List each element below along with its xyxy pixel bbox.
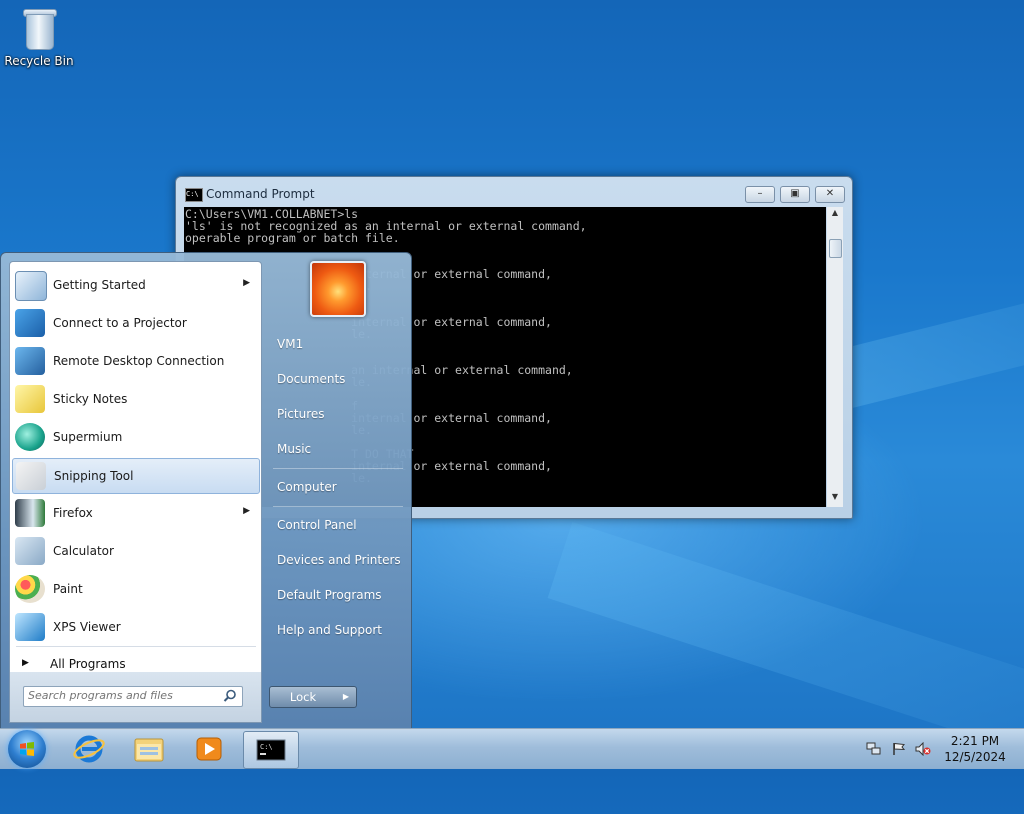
desktop-icon-recycle-bin[interactable]: Recycle Bin [4,6,74,68]
command-prompt-icon: C:\ [256,739,286,761]
program-item-firefox[interactable]: Firefox ▶ [12,496,258,530]
search-input[interactable] [24,687,222,704]
program-item-xps-viewer[interactable]: XPS Viewer [12,610,258,644]
sticky-notes-icon [15,385,45,413]
xps-viewer-icon [15,613,45,641]
all-programs-label: All Programs [50,657,126,671]
expand-arrow-icon: ▶ [22,658,29,668]
vertical-scrollbar[interactable]: ▲ ▼ [827,207,843,507]
svg-text:C:\: C:\ [260,743,273,751]
start-places-pane: VM1 Documents Pictures Music Computer Co… [261,253,411,729]
clock-time: 2:21 PM [950,734,1000,748]
start-button[interactable] [8,730,46,768]
link-computer[interactable]: Computer [277,480,337,494]
taskbar-command-prompt[interactable]: C:\ [243,731,299,769]
volume-muted-icon[interactable] [915,742,931,756]
link-pictures[interactable]: Pictures [277,407,325,421]
supermium-icon [15,423,45,451]
wallpaper-light-beam [547,521,1024,814]
program-item-snipping-tool[interactable]: Snipping Tool [12,458,260,494]
divider [273,506,403,507]
program-item-remote-desktop[interactable]: Remote Desktop Connection [12,344,258,378]
scroll-down-arrow-icon[interactable]: ▼ [827,492,843,506]
program-label: Firefox [53,506,93,520]
maximize-button[interactable]: ▣ [780,186,810,203]
media-player-icon [196,737,222,761]
taskbar-internet-explorer[interactable] [62,731,116,767]
projector-icon [15,309,45,337]
command-prompt-icon: C:\ [185,188,203,202]
system-clock[interactable]: 2:21 PM 12/5/2024 [940,733,1010,765]
link-user-folder[interactable]: VM1 [277,337,303,351]
start-menu: Getting Started ▶ Connect to a Projector… [0,252,412,730]
program-item-connect-projector[interactable]: Connect to a Projector [12,306,258,340]
search-area [9,672,262,723]
getting-started-icon [15,271,47,301]
program-label: Calculator [53,544,114,558]
remote-desktop-icon [15,347,45,375]
program-item-sticky-notes[interactable]: Sticky Notes [12,382,258,416]
snipping-tool-icon [16,462,46,490]
lock-button[interactable]: Lock [269,686,337,708]
windows-flag-icon [20,742,34,756]
search-icon[interactable] [223,689,237,703]
divider [16,646,256,647]
link-music[interactable]: Music [277,442,311,456]
submenu-arrow-icon: ▶ [243,506,250,516]
program-item-supermium[interactable]: Supermium [12,420,258,454]
minimize-button[interactable]: – [745,186,775,203]
window-titlebar[interactable]: C:\ Command Prompt – ▣ ✕ [176,177,852,207]
internet-explorer-icon [73,735,105,763]
program-item-calculator[interactable]: Calculator [12,534,258,568]
power-options-arrow-icon[interactable]: ▶ [336,686,357,708]
close-button[interactable]: ✕ [815,186,845,203]
network-icon[interactable] [866,742,882,756]
scroll-thumb[interactable] [829,239,842,258]
calculator-icon [15,537,45,565]
taskbar-media-player[interactable] [182,731,236,767]
program-label: Supermium [53,430,123,444]
search-box[interactable] [23,686,243,707]
program-label: Connect to a Projector [53,316,187,330]
program-label: Paint [53,582,83,596]
link-control-panel[interactable]: Control Panel [277,518,357,532]
recycle-bin-icon [22,6,57,50]
program-item-paint[interactable]: Paint [12,572,258,606]
paint-icon [15,575,45,603]
link-help-support[interactable]: Help and Support [277,623,382,637]
link-default-programs[interactable]: Default Programs [277,588,382,602]
firefox-icon [15,499,45,527]
taskbar-file-explorer[interactable] [122,731,176,767]
program-item-getting-started[interactable]: Getting Started ▶ [12,268,258,302]
program-label: Snipping Tool [54,469,134,483]
window-title: Command Prompt [206,187,315,201]
program-label: Remote Desktop Connection [53,354,225,368]
file-explorer-icon [134,738,164,762]
clock-date: 12/5/2024 [944,750,1006,764]
program-label: Sticky Notes [53,392,128,406]
submenu-arrow-icon: ▶ [243,278,250,288]
user-picture-avatar[interactable] [310,261,366,317]
program-label: Getting Started [53,278,146,292]
scroll-up-arrow-icon[interactable]: ▲ [827,208,843,222]
divider [273,468,403,469]
link-documents[interactable]: Documents [277,372,345,386]
desktop-icon-label: Recycle Bin [4,54,74,68]
program-label: XPS Viewer [53,620,121,634]
link-devices-printers[interactable]: Devices and Printers [277,553,401,567]
start-programs-pane: Getting Started ▶ Connect to a Projector… [9,261,262,674]
taskbar: C:\ 2:21 PM 12/5/2024 [0,728,1024,769]
action-center-flag-icon[interactable] [891,742,907,756]
